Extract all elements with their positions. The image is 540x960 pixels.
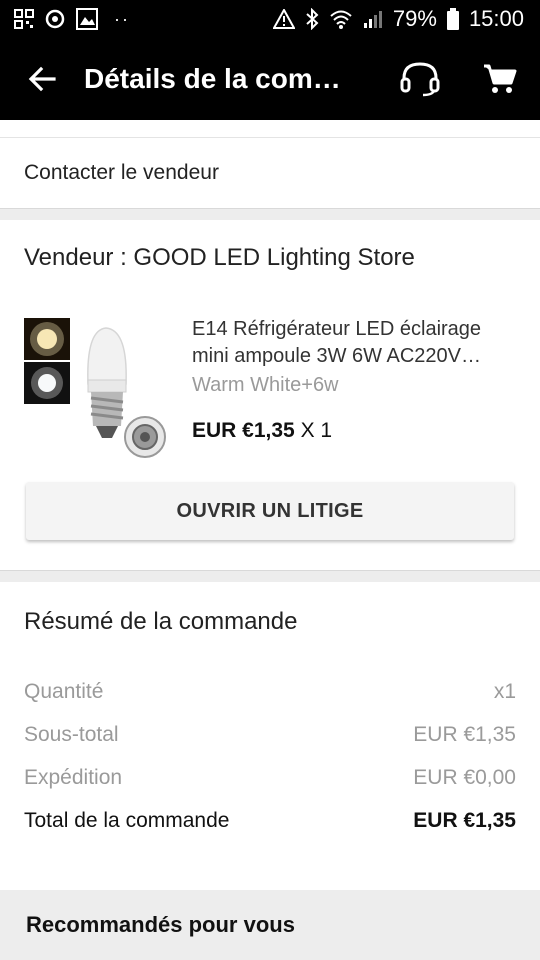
headset-icon [400, 62, 440, 97]
top-divider [0, 120, 540, 138]
summary-row-total: Total de la commande EUR €1,35 [24, 799, 516, 842]
arrow-left-icon [28, 66, 56, 92]
bluetooth-icon [305, 8, 319, 30]
recommended-title: Recommandés pour vous [26, 912, 295, 937]
qr-code-icon [14, 9, 34, 29]
notification-dots: ·· [114, 8, 130, 29]
battery-icon [446, 8, 459, 30]
page-title: Détails de la com… [84, 63, 341, 94]
product-item[interactable]: E14 Réfrigérateur LED éclairage mini amp… [0, 296, 540, 476]
app-bar: Détails de la com… [0, 38, 540, 120]
battery-percent: 79% [392, 6, 437, 31]
summary-label: Quantité [24, 679, 104, 703]
summary-label: Total de la commande [24, 808, 230, 832]
summary-label: Expédition [24, 765, 123, 789]
summary-value: EUR €1,35 [413, 808, 516, 832]
product-variant: Warm White+6w [192, 374, 339, 396]
status-bar-left: ·· [14, 8, 130, 30]
section-divider [0, 208, 540, 220]
section-divider [0, 570, 540, 582]
seller-name[interactable]: Vendeur : GOOD LED Lighting Store [0, 220, 540, 296]
product-info: E14 Réfrigérateur LED éclairage mini amp… [192, 316, 522, 443]
summary-value: EUR €0,00 [413, 765, 516, 789]
recommended-section: Recommandés pour vous [0, 890, 540, 960]
order-summary-section: Résumé de la commande Quantité x1 Sous-t… [0, 582, 540, 842]
summary-rows: Quantité x1 Sous-total EUR €1,35 Expédit… [0, 662, 540, 842]
summary-label: Sous-total [24, 722, 119, 746]
summary-row-subtotal: Sous-total EUR €1,35 [24, 713, 516, 756]
seller-section: Vendeur : GOOD LED Lighting Store E14 Ré… [0, 220, 540, 570]
cart-button[interactable] [460, 38, 540, 120]
clock: 15:00 [468, 6, 524, 31]
support-button[interactable] [380, 38, 460, 120]
wifi-icon [329, 9, 353, 29]
summary-value: EUR €1,35 [413, 722, 516, 746]
product-price-line: EUR €1,35 X 1 [192, 419, 522, 443]
summary-row-quantity: Quantité x1 [24, 670, 516, 713]
status-bar: ·· 79% 15:00 [0, 0, 540, 38]
summary-value: x1 [493, 679, 516, 703]
signal-icon [363, 9, 383, 29]
gallery-icon [76, 8, 98, 30]
product-name[interactable]: E14 Réfrigérateur LED éclairage mini amp… [192, 316, 522, 370]
status-bar-right: 79% 15:00 [272, 6, 524, 32]
summary-row-shipping: Expédition EUR €0,00 [24, 756, 516, 799]
product-image[interactable] [24, 318, 176, 468]
dispute-wrapper: OUVRIR UN LITIGE [0, 476, 540, 570]
sync-icon [44, 8, 66, 30]
product-price: EUR €1,35 [192, 419, 295, 442]
order-details-content: Contacter le vendeur Vendeur : GOOD LED … [0, 120, 540, 842]
contact-seller-row[interactable]: Contacter le vendeur [0, 138, 540, 208]
alert-icon [272, 9, 295, 29]
shopping-cart-icon [484, 64, 517, 93]
order-summary-title: Résumé de la commande [24, 608, 298, 635]
open-dispute-button[interactable]: OUVRIR UN LITIGE [26, 482, 514, 540]
back-button[interactable] [0, 38, 84, 120]
header-actions [380, 38, 540, 120]
product-quantity: X 1 [300, 419, 333, 442]
